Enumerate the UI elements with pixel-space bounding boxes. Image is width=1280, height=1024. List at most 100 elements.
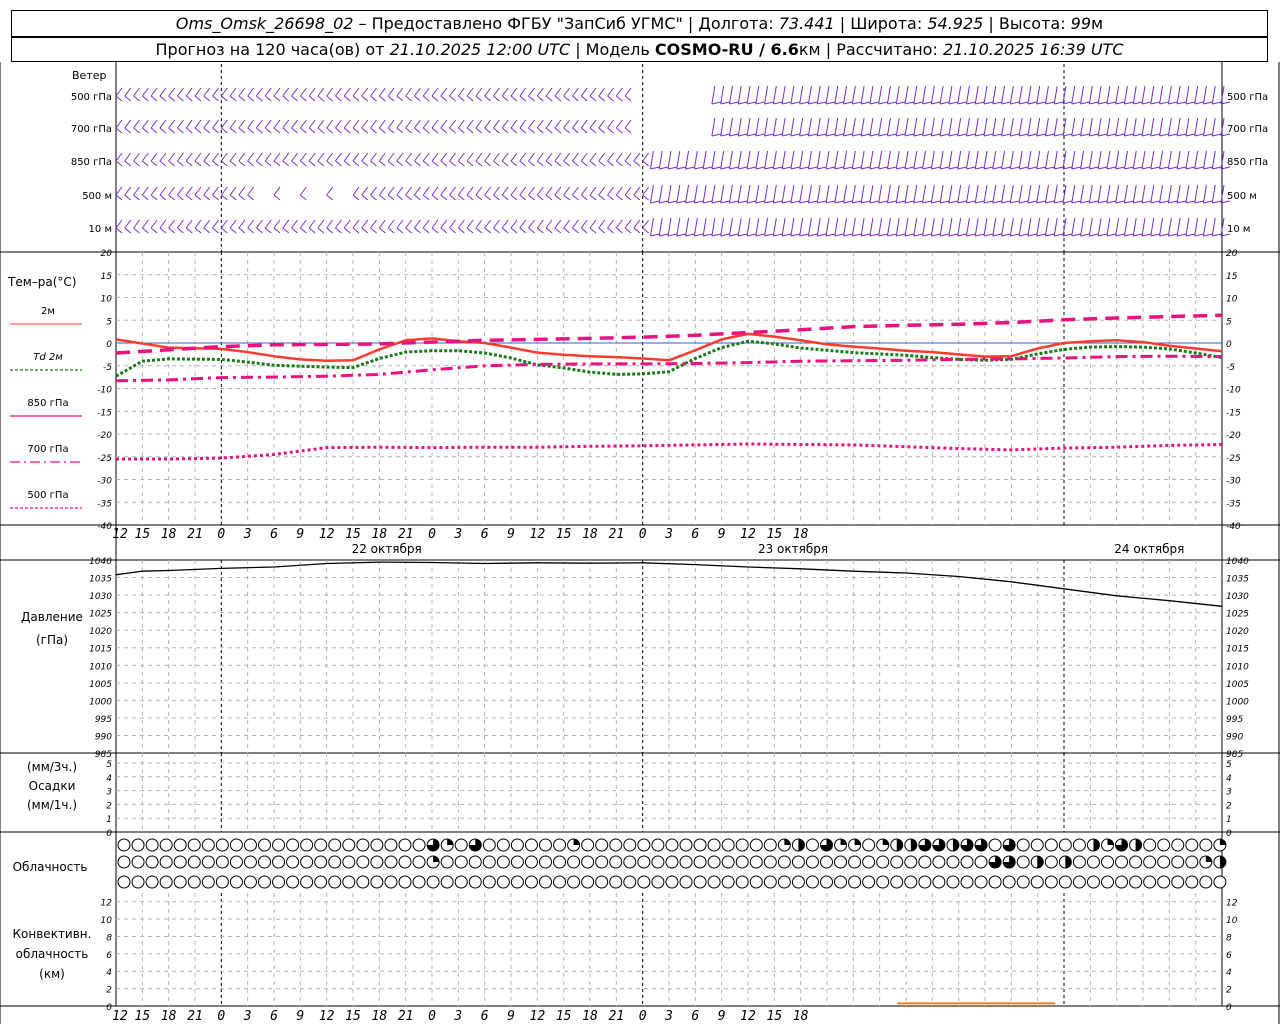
wind-barb	[317, 152, 325, 167]
wind-barb-feather	[150, 227, 158, 234]
wind-barb-feather	[598, 160, 606, 167]
wind-barb	[440, 119, 448, 134]
wind-barb-staff	[449, 87, 456, 97]
wind-barb	[352, 186, 360, 201]
wind-barb-feather	[291, 160, 298, 167]
wind-barb-feather	[1001, 101, 1011, 105]
wind-barb-staff	[772, 117, 777, 137]
wind-barb	[904, 85, 915, 105]
wind-barb	[563, 219, 571, 234]
wind-barb-staff	[326, 152, 334, 162]
wind-barb-feather	[869, 101, 879, 105]
wind-barb-staff	[212, 87, 219, 97]
wind-barb-feather	[510, 227, 518, 234]
wind-barb	[1132, 217, 1143, 237]
wind-barb-feather	[317, 227, 325, 234]
cloud-circle	[876, 875, 890, 889]
wind-barb	[948, 217, 958, 237]
wind-barb-feather	[537, 227, 544, 234]
wind-barb-staff	[913, 184, 918, 204]
wind-barb	[554, 152, 562, 167]
wind-barb-feather	[396, 95, 404, 102]
wind-barb-staff	[1036, 85, 1041, 105]
wind-barb-feather	[1098, 133, 1108, 137]
wind-barb	[983, 85, 994, 105]
cloud-symbol	[946, 855, 960, 869]
cloud-circle	[1002, 875, 1016, 889]
wind-barb	[229, 152, 237, 167]
wind-barb	[869, 184, 879, 204]
wind-barb	[772, 217, 783, 237]
wind-barb	[440, 219, 448, 234]
wind-barb-feather	[1115, 133, 1125, 137]
wind-barb-staff	[737, 117, 742, 137]
wind-barb-feather	[212, 160, 219, 167]
wind-barb-staff	[992, 117, 997, 137]
wind-barb-staff	[607, 87, 614, 97]
wind-barb-feather	[282, 227, 290, 234]
wind-barb	[352, 219, 360, 234]
wind-barb	[930, 184, 941, 204]
cloud-circle	[454, 838, 468, 852]
hour-label-bottom: 9	[507, 1009, 515, 1024]
wind-barb	[667, 217, 678, 237]
wind-barb	[326, 186, 334, 201]
cloud-symbol	[510, 855, 524, 869]
wind-barb-feather	[834, 166, 844, 170]
wind-barb-staff	[922, 217, 927, 237]
wind-barb	[1027, 184, 1037, 204]
wind-barb	[229, 219, 237, 234]
wind-barb-staff	[220, 87, 228, 97]
temp-tick-label: 20	[101, 249, 113, 259]
wind-barb-staff	[930, 184, 935, 204]
wind-barb-staff	[1027, 150, 1032, 170]
wind-barb-staff	[484, 152, 492, 162]
cloud-symbol	[721, 855, 735, 869]
wind-barb	[834, 217, 844, 237]
wind-barb-feather	[422, 227, 430, 234]
wind-barb-feather	[256, 95, 263, 102]
hour-label-bottom: 15	[556, 1009, 572, 1024]
wind-barb-staff	[317, 119, 325, 129]
wind-barb-feather	[1203, 133, 1213, 137]
wind-barb	[957, 150, 967, 170]
wind-barb	[615, 152, 623, 167]
wind-barb	[475, 152, 483, 167]
wind-barb-feather	[1159, 166, 1169, 170]
wind-barb-feather	[221, 95, 228, 102]
cloud-circle	[482, 838, 496, 852]
wind-barb-staff	[370, 186, 377, 196]
wind-barb	[493, 186, 500, 201]
wind-barb-staff	[177, 186, 184, 196]
wind-barb-feather	[1054, 101, 1064, 105]
wind-barb-staff	[878, 184, 883, 204]
conv-label: Конвективн.	[13, 927, 92, 941]
wind-barb-staff	[352, 152, 360, 162]
hour-label: 15	[345, 527, 361, 542]
wind-barb-staff	[667, 217, 672, 237]
wind-barb-staff	[264, 119, 272, 129]
wind-barb-feather	[896, 200, 906, 204]
wind-barb	[633, 152, 641, 167]
wind-barb-feather	[764, 233, 774, 237]
wind-barb-feather	[475, 95, 483, 102]
cloud-circle	[679, 855, 693, 869]
wind-barb-staff	[615, 152, 623, 162]
wind-barb-staff	[702, 184, 707, 204]
cloud-circle	[258, 838, 271, 852]
cloud-symbol	[988, 875, 1002, 889]
wind-barb-feather	[1124, 133, 1134, 137]
wind-barb-feather	[343, 127, 351, 134]
wind-barb-feather	[746, 200, 757, 204]
wind-barb-feather	[887, 133, 897, 137]
wind-barb-staff	[746, 117, 751, 137]
cloud-symbol	[258, 875, 271, 889]
cloud-circle	[595, 838, 609, 852]
wind-barb	[475, 119, 483, 134]
wind-barb	[922, 117, 932, 137]
wind-barb-staff	[667, 150, 672, 170]
cloud-symbol	[651, 855, 665, 869]
cloud-symbol	[314, 838, 328, 852]
wind-barb-feather	[624, 227, 632, 234]
wind-barb	[1036, 150, 1046, 170]
